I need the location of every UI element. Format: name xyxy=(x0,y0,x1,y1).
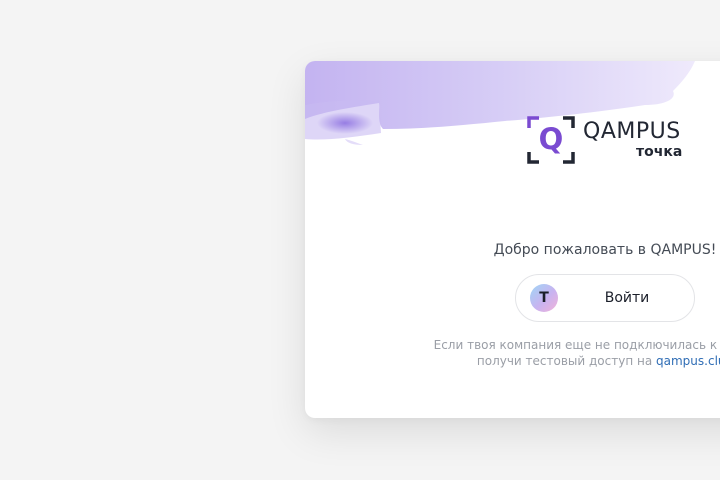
login-button[interactable]: T Войти xyxy=(515,274,695,322)
t-id-icon: T xyxy=(530,284,558,312)
logo-mark-letter: Q xyxy=(538,122,564,156)
trial-hint-line1: Если твоя компания еще не подключилась к… xyxy=(433,338,720,352)
login-card: Q QAMPUS точка Добро пожаловать в QAMPUS… xyxy=(305,61,720,418)
qampus-logo: Q QAMPUS точка xyxy=(527,116,687,164)
logo-subtitle: точка xyxy=(636,144,683,160)
trial-hint: Если твоя компания еще не подключилась к… xyxy=(305,337,720,369)
welcome-text: Добро пожаловать в QAMPUS! xyxy=(493,242,717,258)
login-page: Q QAMPUS точка Добро пожаловать в QAMPUS… xyxy=(0,0,720,480)
login-button-label: Войти xyxy=(604,290,650,306)
t-id-icon-letter: T xyxy=(539,290,549,306)
trial-hint-line2-text: получи тестовый доступ на xyxy=(476,354,657,368)
trial-hint-line2: получи тестовый доступ на qampus.club xyxy=(305,353,720,369)
trial-link[interactable]: qampus.club xyxy=(656,354,720,368)
logo-mark-icon: Q xyxy=(527,116,575,164)
logo-name: QAMPUS xyxy=(583,119,681,144)
